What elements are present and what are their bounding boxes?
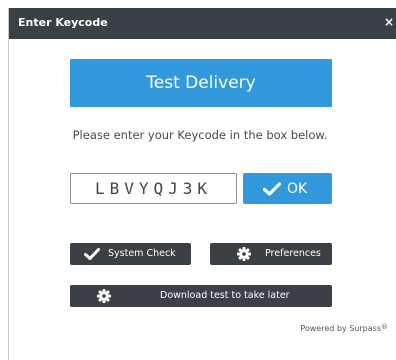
- download-test-button[interactable]: Download test to take later: [70, 285, 332, 307]
- powered-by-text: Powered by Surpass: [300, 324, 381, 333]
- preferences-button[interactable]: Preferences: [210, 243, 332, 265]
- registered-mark: ®: [381, 323, 388, 331]
- download-test-label: Download test to take later: [160, 290, 290, 301]
- checkmark-icon: [84, 248, 100, 260]
- keycode-input[interactable]: [70, 173, 237, 204]
- close-button[interactable]: ×: [383, 14, 395, 30]
- ok-button[interactable]: OK: [243, 173, 332, 204]
- gear-icon: [97, 289, 111, 303]
- preferences-label: Preferences: [265, 248, 321, 259]
- dialog-titlebar: Enter Keycode ×: [9, 8, 396, 39]
- close-icon: ×: [383, 15, 395, 29]
- dialog-title: Enter Keycode: [18, 16, 108, 29]
- test-delivery-banner: Test Delivery: [70, 59, 332, 107]
- system-check-button[interactable]: System Check: [70, 243, 191, 265]
- keycode-instruction: Please enter your Keycode in the box bel…: [72, 128, 328, 142]
- checkmark-icon: [263, 181, 281, 196]
- system-check-label: System Check: [108, 248, 176, 259]
- ok-label: OK: [287, 180, 308, 197]
- powered-by-footer: Powered by Surpass®: [300, 323, 388, 335]
- gear-icon: [237, 247, 251, 261]
